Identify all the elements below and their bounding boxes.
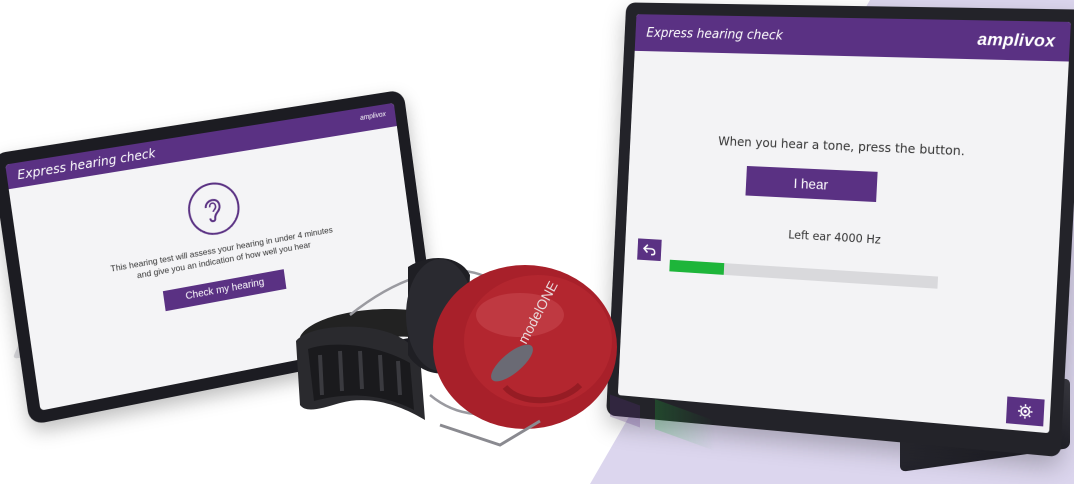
back-arrow-icon[interactable] xyxy=(637,238,662,262)
ear-frequency-label: Left ear 4000 Hz xyxy=(788,227,882,247)
test-instruction: When you hear a tone, press the button. xyxy=(717,133,966,159)
product-scene: Express hearing check amplivox This hear… xyxy=(0,0,1074,484)
tablet-brand-logo: amplivox xyxy=(359,111,387,123)
monitor-app-title: Express hearing check xyxy=(646,25,784,44)
test-progress-bar xyxy=(669,259,939,289)
headphones: modelONE xyxy=(296,257,617,447)
i-hear-button[interactable]: I hear xyxy=(745,165,878,203)
monitor-app-header: Express hearing check amplivox xyxy=(634,14,1071,62)
monitor-device: Express hearing check amplivox When you … xyxy=(606,2,1074,458)
gear-icon[interactable] xyxy=(1005,396,1045,427)
monitor-screen: Express hearing check amplivox When you … xyxy=(617,14,1071,434)
ear-icon xyxy=(184,178,243,239)
monitor-brand-logo: amplivox xyxy=(976,29,1056,51)
test-progress-fill xyxy=(669,259,725,275)
check-my-hearing-button[interactable]: Check my hearing xyxy=(162,269,287,312)
